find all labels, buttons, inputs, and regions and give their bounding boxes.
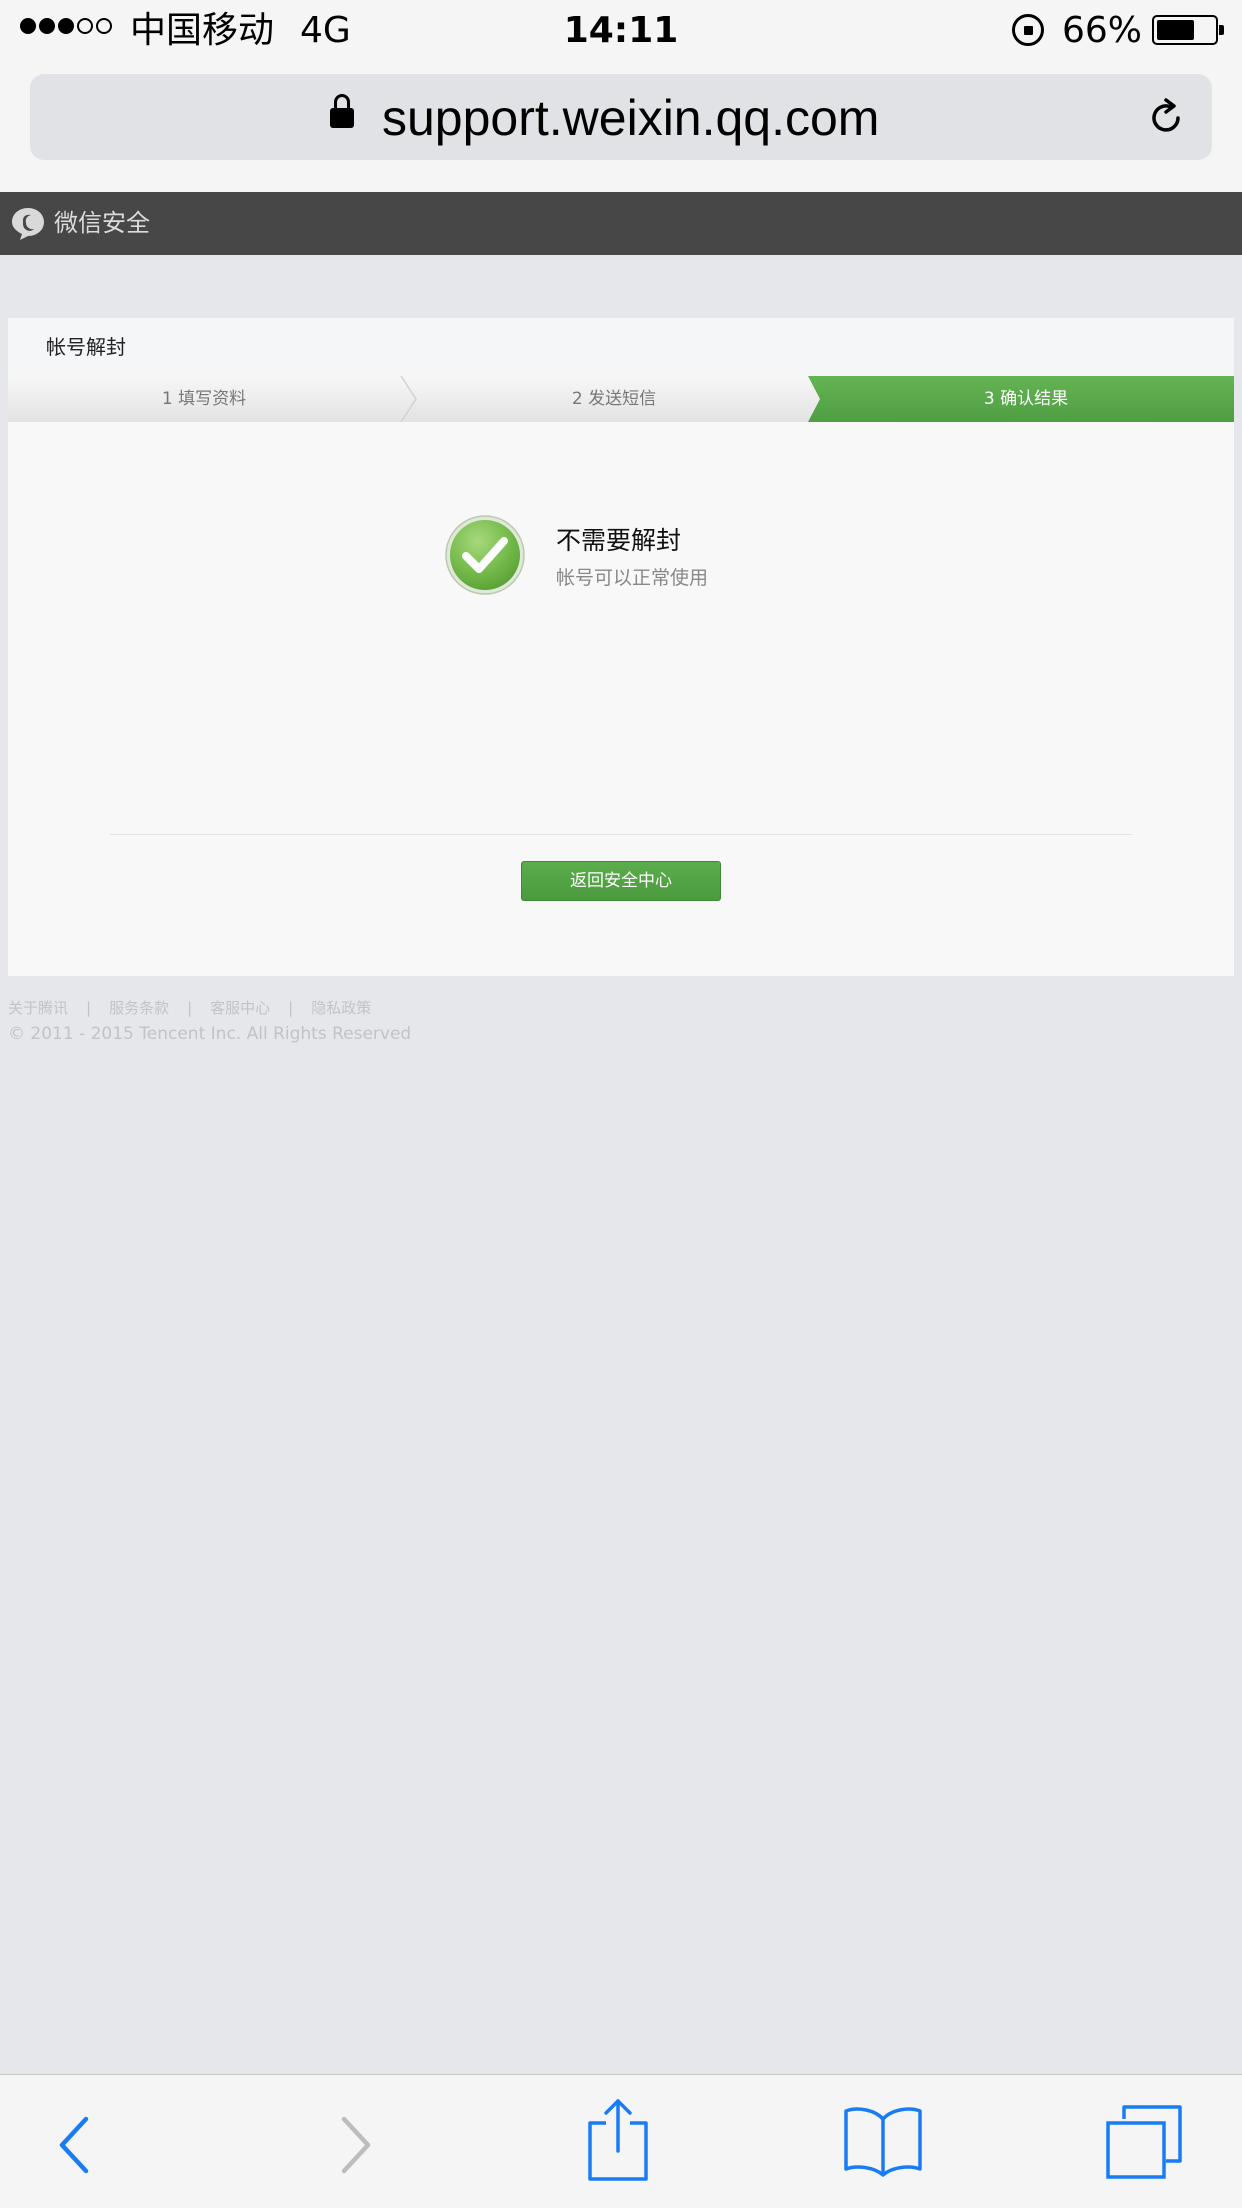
browser-address-area: support.weixin.qq.com: [0, 62, 1242, 192]
status-bar: 中国移动 4G 14:11 66%: [0, 0, 1242, 62]
bookmarks-icon[interactable]: [842, 2105, 924, 2177]
brand-title: 微信安全: [54, 209, 150, 237]
back-icon[interactable]: [56, 2115, 96, 2175]
wechat-security-logo-icon: [12, 208, 44, 240]
rotation-lock-icon: [1012, 14, 1044, 46]
card-header: 帐号解封: [8, 318, 1234, 376]
site-header: 微信安全: [0, 192, 1242, 255]
step-fill-info: 1 填写资料: [161, 389, 247, 409]
footer-separator: |: [187, 999, 193, 1017]
result-subtitle: 帐号可以正常使用: [556, 567, 709, 589]
step-send-sms: 2 发送短信: [571, 389, 657, 409]
footer-link-privacy[interactable]: 隐私政策: [311, 997, 371, 1019]
result-title: 不需要解封: [556, 526, 682, 555]
tabs-icon[interactable]: [1104, 2103, 1184, 2181]
success-check-icon: [445, 515, 525, 595]
forward-icon[interactable]: [334, 2115, 374, 2175]
battery-icon: [1152, 15, 1224, 45]
browser-toolbar: [0, 2074, 1242, 2208]
share-icon[interactable]: [586, 2097, 650, 2183]
card-title: 帐号解封: [46, 335, 126, 359]
address-bar[interactable]: support.weixin.qq.com: [30, 74, 1212, 160]
footer-link-terms[interactable]: 服务条款: [109, 997, 169, 1019]
copyright: © 2011 - 2015 Tencent Inc. All Rights Re…: [8, 1024, 412, 1044]
reload-icon[interactable]: [1144, 96, 1188, 140]
footer-link-support[interactable]: 客服中心: [210, 997, 270, 1019]
url-text: support.weixin.qq.com: [382, 90, 880, 146]
footer-separator: |: [86, 999, 92, 1017]
lock-icon: [330, 94, 354, 128]
clock: 14:11: [563, 10, 679, 51]
footer-links: 关于腾讯 | 服务条款 | 客服中心 | 隐私政策: [8, 997, 371, 1019]
divider: [110, 834, 1132, 835]
footer-link-about[interactable]: 关于腾讯: [8, 997, 68, 1019]
progress-steps: 1 填写资料 2 发送短信 3 确认结果: [8, 376, 1234, 422]
back-to-security-center-button[interactable]: 返回安全中心: [521, 861, 721, 901]
footer-separator: |: [288, 999, 294, 1017]
unblock-card: 帐号解封 1 填写资料 2 发送短信 3 确认结果 不需要解封 帐号可以正常使用…: [8, 318, 1234, 976]
battery-percent: 66%: [1062, 10, 1143, 51]
step-confirm-result: 3 确认结果: [983, 389, 1069, 409]
